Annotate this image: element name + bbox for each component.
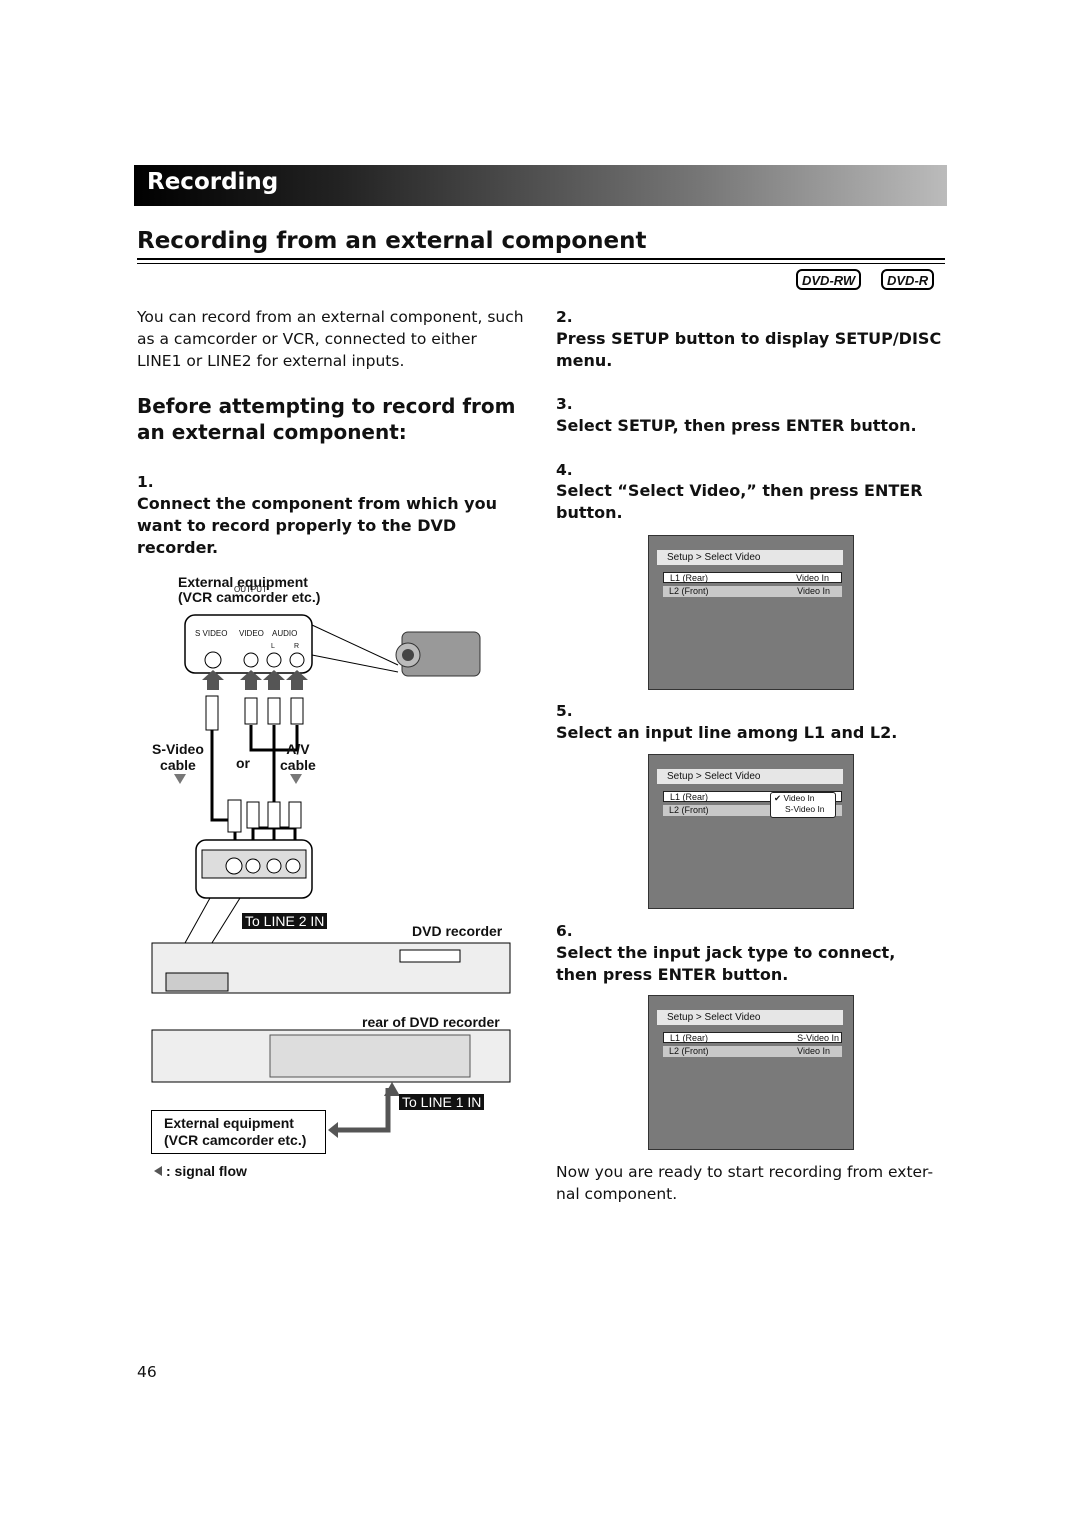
step-text: Select an input line among L1 and L2.: [556, 723, 898, 742]
camcorder-icon: [395, 631, 481, 677]
dvd-r-badge: DVD-R: [881, 269, 935, 290]
section-title: Recording: [147, 169, 279, 195]
osd-screen: Setup > Select Video L1 (Rear) Video In L…: [648, 535, 854, 690]
check-icon: ✔: [774, 793, 782, 803]
step-text: Connect the component from which you wan…: [137, 494, 497, 557]
menu-row-l2[interactable]: L2 (Front) Video In: [663, 586, 842, 597]
page-number: 46: [137, 1363, 157, 1381]
menu-row-l1[interactable]: L1 (Rear) Video In: [663, 572, 842, 583]
step-text: Select “Select Video,” then press ENTER …: [556, 481, 923, 522]
ext-equipment-box: External equipment (VCR camcorder etc.): [151, 1110, 326, 1154]
step-number: 2.: [556, 308, 573, 326]
signal-flow-legend: : signal flow: [166, 1163, 247, 1179]
title-rule: [137, 258, 945, 260]
intro-text: You can record from an external componen…: [137, 308, 524, 370]
manual-page: Recording Recording from an external com…: [0, 0, 1080, 1528]
menu-row-l1[interactable]: L1 (Rear) S-Video In: [663, 1032, 842, 1043]
svideo-jack: [204, 651, 222, 669]
step-number: 4.: [556, 461, 573, 479]
section-header: Recording: [134, 165, 947, 206]
step-text: Select the input jack type to connect, t…: [556, 943, 896, 984]
outro-text: Now you are ready to start recording fro…: [556, 1163, 934, 1203]
menu-row-l2[interactable]: L2 (Front) Video In: [663, 1046, 842, 1057]
to-line1-label: To LINE 1 IN: [399, 1094, 485, 1110]
step-text: Press SETUP button to display SETUP/DISC…: [556, 329, 942, 370]
step-number: 5.: [556, 702, 573, 720]
osd-screen: Setup > Select Video L1 (Rear) L2 (Front…: [648, 754, 854, 909]
signal-flow-icon: [154, 1166, 162, 1176]
input-type-popup[interactable]: ✔ Video In S-Video In: [770, 792, 836, 818]
step-text: Select SETUP, then press ENTER button.: [556, 416, 917, 435]
page-title: Recording from an external component: [137, 228, 647, 254]
osd-screen: Setup > Select Video L1 (Rear) S-Video In…: [648, 995, 854, 1150]
step-number: 3.: [556, 395, 573, 413]
to-line2-label: To LINE 2 IN: [242, 913, 328, 929]
step-number: 1.: [137, 473, 154, 491]
subheading: Before attempting to record from an exte…: [137, 394, 516, 444]
step-number: 6.: [556, 922, 573, 940]
title-rule: [137, 263, 945, 264]
dvd-rw-badge: DVD-RW: [796, 269, 862, 290]
